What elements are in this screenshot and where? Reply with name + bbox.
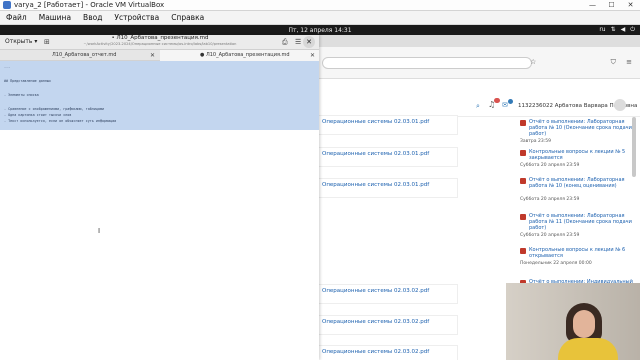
tab-label: Л10_Арбатова_отчет.md: [52, 52, 117, 58]
network-icon[interactable]: ⇅: [611, 26, 616, 34]
new-tab-icon[interactable]: ⊞: [44, 38, 50, 46]
person-face: [573, 310, 595, 338]
avatar[interactable]: [614, 99, 626, 111]
file-card: [318, 147, 458, 167]
text-line: - Текст используется, если он объясняет …: [4, 119, 117, 123]
file-card: [318, 178, 458, 198]
input-language[interactable]: ru: [599, 26, 605, 34]
address-bar[interactable]: [322, 57, 532, 69]
vbox-title-bar: varya_2 [Работает] - Oracle VM VirtualBo…: [0, 0, 640, 11]
file-card: [318, 315, 458, 335]
event-date: Суббота 20 апреля 23:59: [520, 163, 580, 168]
editor-close-button[interactable]: ✕: [303, 36, 315, 48]
notification-badge: [494, 98, 500, 103]
editor-text-area[interactable]: --- ## Представление данных - Элементы с…: [0, 61, 319, 360]
file-card: [318, 115, 458, 135]
event-date: Суббота 20 апреля 23:59: [520, 197, 580, 202]
file-card: [318, 284, 458, 304]
event-link[interactable]: Отчёт о выполнении: Лабораторная работа …: [529, 119, 639, 137]
user-id: 1132236022: [518, 103, 553, 109]
bookmark-star-icon[interactable]: ☆: [530, 58, 536, 66]
close-button[interactable]: ✕: [621, 0, 640, 11]
menu-file[interactable]: Файл: [0, 13, 33, 22]
text-line: - Элементы списка: [4, 93, 39, 97]
menu-devices[interactable]: Устройства: [108, 13, 165, 22]
text-line: ---: [4, 65, 11, 69]
file-link[interactable]: Операционные системы 02.03.01.pdf: [322, 151, 429, 157]
site-header: ⌕ ♫ ✉ 1132236022 Арбатова Варвара Петров…: [318, 97, 640, 117]
text-cursor-icon: I: [98, 227, 101, 235]
event-link[interactable]: Отчёт о выполнении: Лабораторная работа …: [529, 213, 639, 231]
menu-input[interactable]: Ввод: [77, 13, 108, 22]
event-link[interactable]: Контрольные вопросы к лекции № 6 открыва…: [529, 247, 639, 259]
webcam-overlay: [506, 283, 640, 360]
messages-badge: [508, 99, 513, 104]
messages-icon[interactable]: ✉: [502, 101, 508, 109]
event-date: Суббота 20 апреля 23:59: [520, 233, 580, 238]
event-date: Понедельник 22 апреля 00:00: [520, 261, 592, 266]
editor-header-bar: Открыть ▾ ⊞ • Л10_Арбатова_презентация.m…: [0, 35, 319, 50]
search-icon[interactable]: ⌕: [476, 102, 480, 111]
toolbar-icons[interactable]: ⛉ ≡: [611, 58, 636, 67]
menu-machine[interactable]: Машина: [33, 13, 77, 22]
tab-presentation[interactable]: ● Л10_Арбатова_презентация.md ✕: [160, 50, 319, 61]
assignment-icon: [520, 178, 526, 184]
browser-toolbar: ☆ ⛉ ≡: [318, 47, 640, 79]
menu-help[interactable]: Справка: [165, 13, 210, 22]
file-link[interactable]: Операционные системы 02.03.01.pdf: [322, 182, 429, 188]
volume-icon[interactable]: ◀: [621, 26, 626, 34]
quiz-icon: [520, 248, 526, 254]
window-title: varya_2 [Работает] - Oracle VM VirtualBo…: [14, 1, 165, 9]
file-link[interactable]: Операционные системы 02.03.02.pdf: [322, 288, 429, 294]
file-link[interactable]: Операционные системы 02.03.02.pdf: [322, 319, 429, 325]
power-icon[interactable]: ⏻: [630, 26, 635, 34]
virtualbox-logo-icon: [3, 1, 11, 9]
file-link[interactable]: Операционные системы 02.03.02.pdf: [322, 349, 429, 355]
document-title: • Л10_Арбатова_презентация.md: [111, 35, 209, 41]
event-date: Завтра 23:59: [520, 139, 551, 144]
minimize-button[interactable]: —: [583, 0, 602, 11]
assignment-icon: [520, 214, 526, 220]
menu-icon[interactable]: ☰: [295, 38, 301, 46]
tab-close-icon[interactable]: ✕: [310, 50, 315, 61]
clock[interactable]: Пт, 12 апреля 14:31: [288, 27, 351, 34]
event-link[interactable]: Контрольные вопросы к лекции № 5 закрыва…: [529, 149, 639, 161]
editor-tabs: Л10_Арбатова_отчет.md ✕ ● Л10_Арбатова_п…: [0, 50, 319, 61]
text-line: ## Представление данных: [4, 79, 51, 83]
document-path: ~/workActivity/2023-2024/Операционные си…: [83, 42, 237, 46]
vbox-menu-bar: Файл Машина Ввод Устройства Справка: [0, 11, 640, 25]
tab-report[interactable]: Л10_Арбатова_отчет.md ✕: [0, 50, 160, 61]
person-body: [558, 338, 618, 360]
scrollbar-thumb[interactable]: [632, 117, 636, 177]
event-link[interactable]: Отчёт о выполнении: Лабораторная работа …: [529, 177, 639, 189]
tab-label: ● Л10_Арбатова_презентация.md: [200, 52, 290, 58]
text-line: - Сравнение с изображениями, графиками, …: [4, 107, 105, 111]
assignment-icon: [520, 120, 526, 126]
save-icon[interactable]: ⎙: [282, 38, 288, 47]
file-link[interactable]: Операционные системы 02.03.01.pdf: [322, 119, 429, 125]
quiz-icon: [520, 150, 526, 156]
tab-close-icon[interactable]: ✕: [150, 50, 155, 61]
text-editor-window: Открыть ▾ ⊞ • Л10_Арбатова_презентация.m…: [0, 35, 319, 360]
maximize-button[interactable]: ☐: [602, 0, 621, 11]
text-line: - Одна картинка стоит тысячи слов: [4, 113, 72, 117]
gnome-top-bar: Пт, 12 апреля 14:31 ru ⇅ ◀ ⏻: [0, 25, 640, 35]
virtualbox-window: varya_2 [Работает] - Oracle VM VirtualBo…: [0, 0, 640, 360]
open-button[interactable]: Открыть ▾: [5, 38, 37, 45]
